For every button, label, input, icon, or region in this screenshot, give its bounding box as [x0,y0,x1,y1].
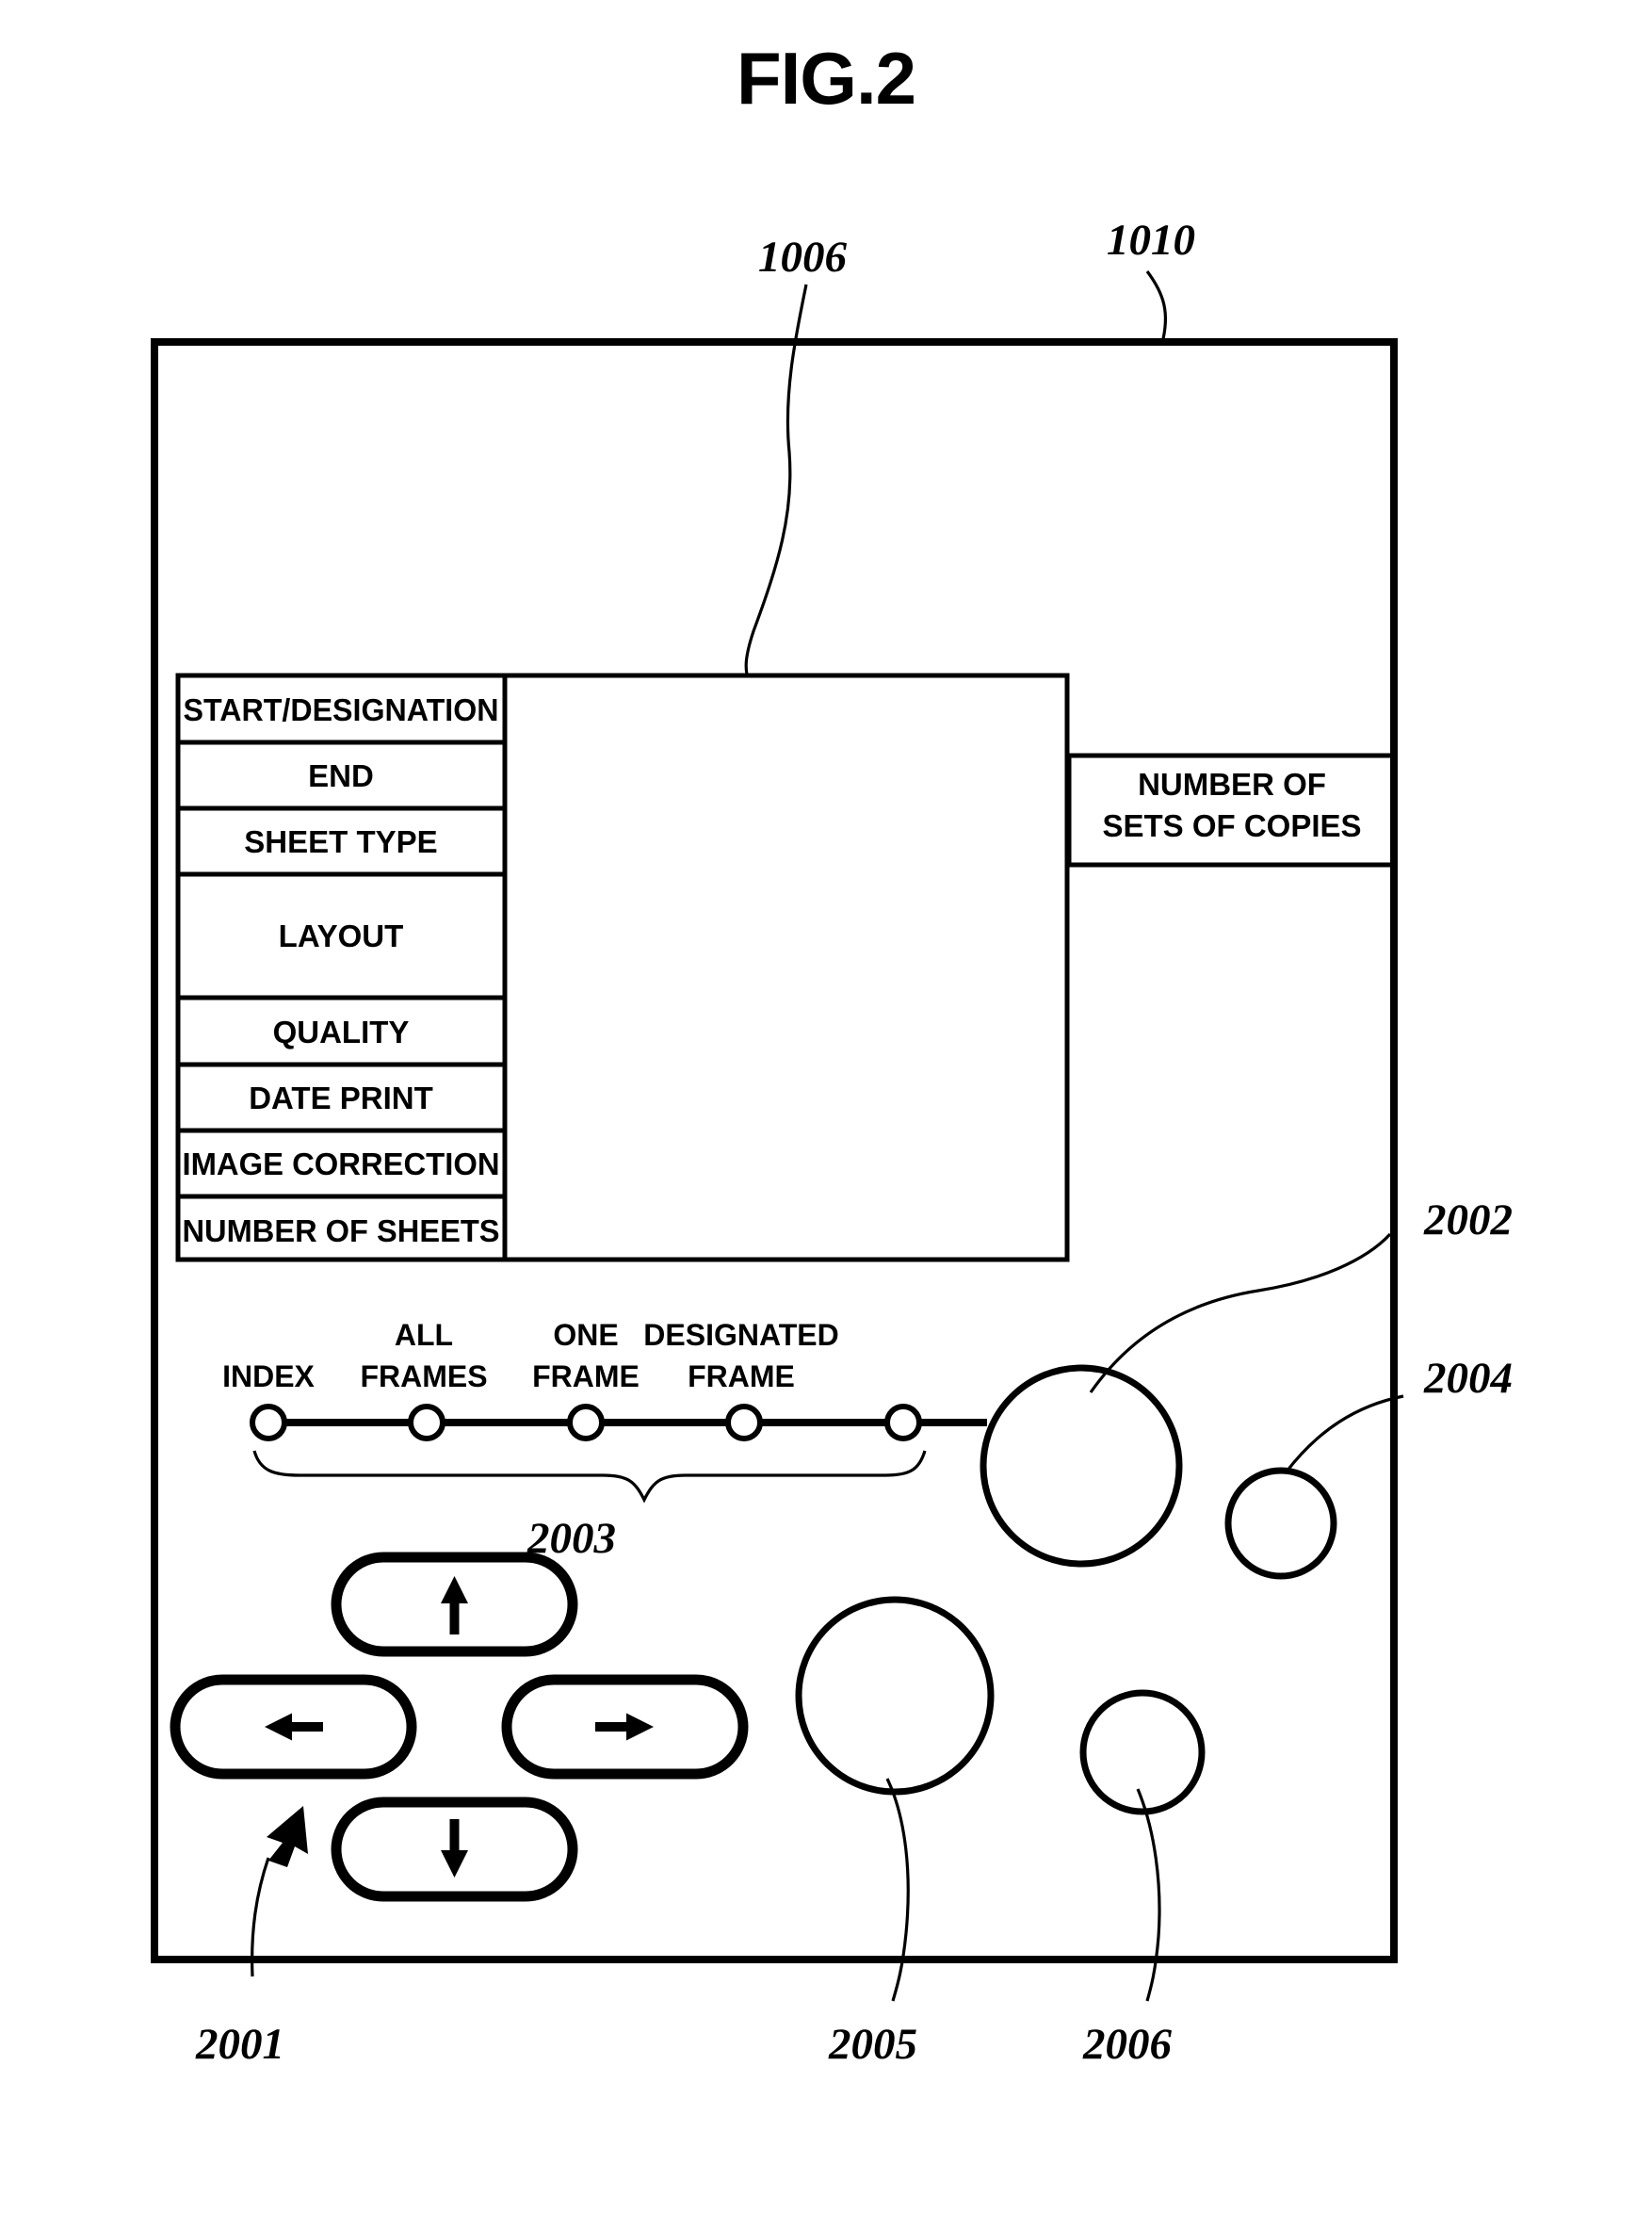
button-2004[interactable] [1224,1467,1337,1580]
mode-label-index: INDEX [222,1359,315,1393]
button-2006[interactable] [1079,1689,1206,1815]
ref-label-2004: 2004 [1423,1354,1513,1403]
menu-item-number-of-sheets[interactable]: NUMBER OF SHEETS [183,1213,500,1248]
menu-item-date-print[interactable]: DATE PRINT [249,1081,433,1115]
mode-dot-index[interactable] [250,1404,287,1441]
menu-item-layout[interactable]: LAYOUT [279,919,404,953]
menu-item-start-designation[interactable]: START/DESIGNATION [184,692,499,727]
mode-label-designated-frame-line1: DESIGNATED [643,1318,838,1352]
menu-item-quality[interactable]: QUALITY [273,1015,410,1049]
dial-2005[interactable] [795,1596,995,1796]
figure-canvas: FIG.2 1006 1010 START/DESIGNATION END SH… [151,37,1513,2069]
ref-label-2005: 2005 [828,2020,917,2069]
menu-item-end[interactable]: END [308,758,374,793]
leader-line-2002 [1089,1232,1392,1393]
mode-label-all-frames-line2: FRAMES [360,1359,487,1393]
ref-label-1010: 1010 [1107,216,1195,265]
mode-dot-all-frames[interactable] [408,1404,445,1441]
display-panel [502,673,1070,1262]
menu-item-sheet-type[interactable]: SHEET TYPE [244,824,437,859]
mode-label-one-frame-line1: ONE [553,1318,618,1352]
mode-label-all-frames-line1: ALL [395,1318,453,1352]
leader-line-1010 [1145,270,1168,344]
patent-figure: FIG.2 1006 1010 START/DESIGNATION END SH… [0,0,1652,2228]
leader-line-2004 [1285,1394,1404,1472]
leader-line-2005 [885,1778,910,2002]
copies-label-line2: SETS OF COPIES [1102,808,1361,843]
mode-label-one-frame-line2: FRAME [532,1359,640,1393]
leader-line-2006 [1136,1788,1161,2002]
dial-2002[interactable] [980,1364,1183,1568]
ref-label-2001: 2001 [195,2020,284,2069]
menu-item-image-correction[interactable]: IMAGE CORRECTION [183,1147,500,1181]
ref-label-2002: 2002 [1423,1195,1513,1244]
mode-dot-extra[interactable] [884,1404,922,1441]
copies-label-line1: NUMBER OF [1138,767,1326,802]
ref-label-2006: 2006 [1082,2020,1173,2069]
mode-dot-designated-frame[interactable] [725,1404,763,1441]
ref-label-1006: 1006 [758,233,848,282]
pointer-arrow-2001-head [267,1806,308,1867]
mode-dot-one-frame[interactable] [567,1404,605,1441]
mode-label-designated-frame-line2: FRAME [688,1359,795,1393]
figure-title: FIG.2 [737,37,915,120]
mode-selector-brace [252,1450,927,1504]
